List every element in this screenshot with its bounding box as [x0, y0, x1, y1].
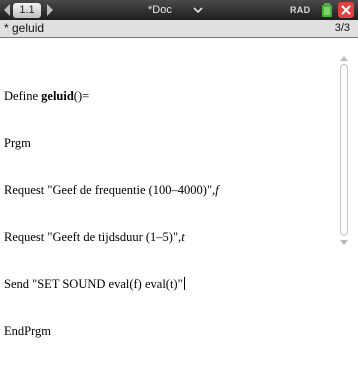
scroll-up-icon[interactable]	[340, 56, 348, 61]
define-tail: ()=	[73, 89, 90, 103]
title-bar: 1.1 *Doc RAD	[0, 0, 358, 20]
line-count: 3/3	[334, 22, 350, 34]
scroll-down-icon[interactable]	[340, 240, 348, 245]
variable-t: t	[181, 230, 185, 244]
text-cursor	[183, 277, 185, 290]
program-code[interactable]: Define geluid()= Prgm Request "Geef de f…	[4, 58, 219, 370]
send-command: Send "SET SOUND eval(f) eval(t)"	[4, 277, 183, 291]
program-entry-bar: * geluid 3/3	[0, 20, 358, 38]
program-name: * geluid	[4, 21, 45, 35]
close-icon[interactable]	[338, 2, 354, 18]
define-keyword: Define	[4, 89, 42, 103]
code-line: Prgm	[4, 136, 31, 150]
document-title[interactable]: *Doc	[148, 3, 172, 17]
vertical-scrollbar[interactable]	[338, 56, 350, 255]
angle-mode-indicator: RAD	[290, 5, 311, 15]
page-tab[interactable]: 1.1	[13, 3, 41, 18]
code-line: EndPrgm	[4, 324, 51, 338]
battery-icon	[322, 3, 332, 17]
variable-f: f	[215, 183, 219, 197]
request-frequency: Request "Geef de frequentie (100–4000)",	[4, 183, 216, 197]
chevron-down-icon[interactable]	[192, 4, 204, 16]
code-line: Define geluid()=	[4, 88, 219, 105]
nav-right-icon[interactable]	[47, 4, 53, 16]
request-duration: Request "Geeft de tijdsduur (1–5)",	[4, 230, 182, 244]
program-editor[interactable]: Define geluid()= Prgm Request "Geef de f…	[0, 38, 337, 338]
program-identifier: geluid	[41, 89, 74, 103]
code-line: Request "Geeft de tijdsduur (1–5)",t	[4, 229, 219, 246]
code-line: Request "Geef de frequentie (100–4000)",…	[4, 182, 219, 199]
nav-left-icon[interactable]	[4, 4, 10, 16]
code-line: Send "SET SOUND eval(f) eval(t)"	[4, 276, 219, 293]
scroll-track[interactable]	[340, 64, 348, 236]
